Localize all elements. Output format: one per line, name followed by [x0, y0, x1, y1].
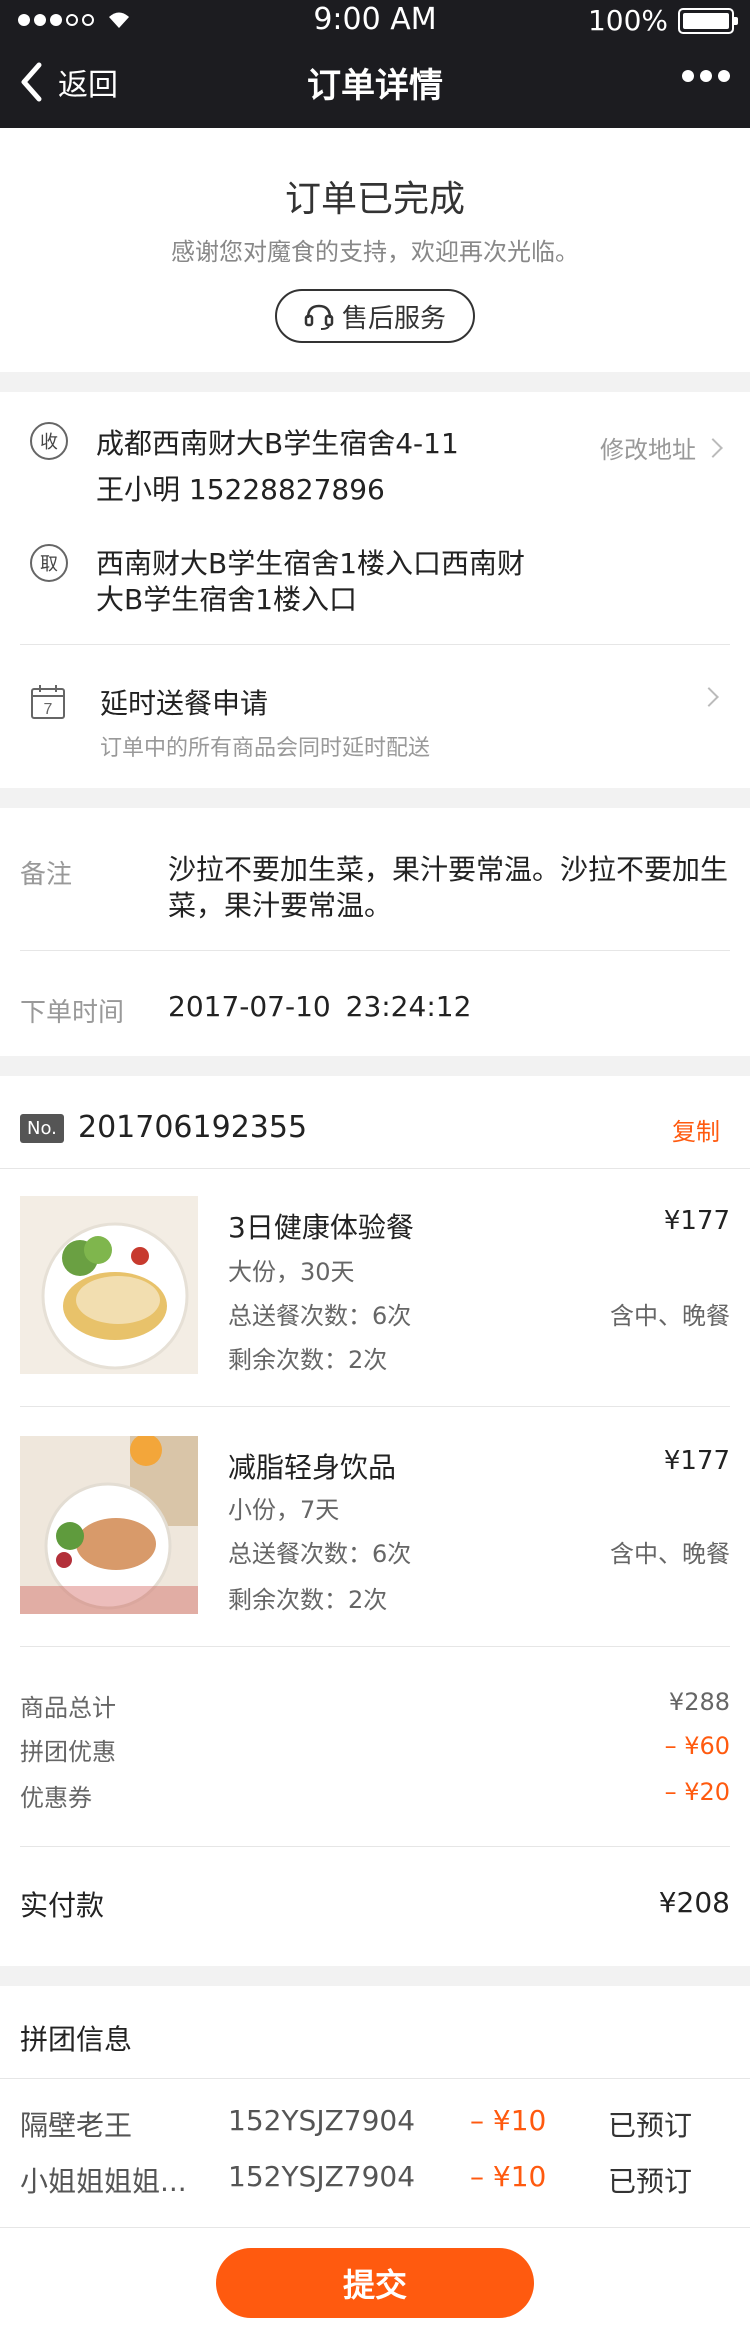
chevron-right-icon — [703, 437, 723, 458]
group-member-name: 小姐姐姐姐... — [20, 2165, 187, 2198]
battery-percent: 100% — [587, 4, 668, 37]
group-member-status: 已预订 — [608, 2165, 693, 2198]
nav-bar: 返回 订单详情 — [0, 40, 750, 128]
svg-text:7: 7 — [44, 701, 53, 718]
status-bar: 9:00 AM 100% — [0, 0, 750, 40]
product-price: ¥177 — [663, 1206, 730, 1236]
order-time-label: 下单时间 — [20, 998, 125, 1028]
headset-icon — [304, 304, 334, 330]
product-price: ¥177 — [663, 1446, 730, 1476]
order-status-card: 订单已完成 感谢您对魔食的支持，欢迎再次光临。 售后服务 — [0, 128, 750, 372]
top-bar: 9:00 AM 100% 返回 订单详情 — [0, 0, 750, 128]
group-member-amount: – ¥10 — [470, 2160, 547, 2193]
delay-delivery-subtitle: 订单中的所有商品会同时延时配送 — [100, 736, 431, 761]
product-remain-count: 剩余次数：2次 — [228, 1586, 388, 1614]
divider — [20, 1406, 730, 1407]
order-no-badge: No. — [20, 1114, 64, 1143]
group-member-status: 已预订 — [608, 2109, 693, 2142]
product-spec: 大份，30天 — [228, 1258, 355, 1286]
delay-chevron-right-icon[interactable] — [699, 687, 719, 707]
divider — [0, 1168, 750, 1169]
divider — [20, 1846, 730, 1847]
goods-total-value: ¥288 — [668, 1688, 730, 1716]
pickup-tag: 取 — [30, 544, 68, 582]
pickup-address-line1: 西南财大B学生宿舍1楼入口西南财 — [96, 547, 526, 580]
group-member-code: 152YSJZ7904 — [228, 2104, 416, 2137]
battery-status: 100% — [587, 4, 738, 37]
group-member-name: 隔壁老王 — [20, 2109, 133, 2142]
group-info-card: 拼团信息 隔壁老王 152YSJZ7904 – ¥10 已预订 小姐姐姐姐...… — [0, 1986, 750, 2230]
product-image[interactable] — [20, 1196, 198, 1374]
group-discount-label: 拼团优惠 — [20, 1738, 116, 1766]
note-card: 备注 沙拉不要加生菜，果汁要常温。沙拉不要加生菜，果汁要常温。 下单时间 201… — [0, 808, 750, 1056]
product-remain-count: 剩余次数：2次 — [228, 1346, 388, 1374]
product-total-count: 总送餐次数：6次 — [228, 1540, 412, 1568]
order-status-subtitle: 感谢您对魔食的支持，欢迎再次光临。 — [171, 238, 579, 266]
product-name: 3日健康体验餐 — [228, 1211, 414, 1244]
order-status-title: 订单已完成 — [284, 179, 465, 220]
group-member-code: 152YSJZ7904 — [228, 2160, 416, 2193]
submit-button[interactable]: 提交 — [216, 2248, 534, 2318]
order-time-value: 2017-07-10 23:24:12 — [168, 990, 472, 1023]
calendar-icon: 7 — [30, 684, 66, 724]
receive-tag: 收 — [30, 422, 68, 460]
group-member-amount: – ¥10 — [470, 2104, 547, 2137]
product-meals: 含中、晚餐 — [610, 1302, 730, 1330]
modify-address-link[interactable]: 修改地址 — [600, 430, 723, 465]
more-dots-icon[interactable] — [676, 70, 730, 82]
order-detail-card: No. 201706192355 复制 3日健康体验餐 大份，30天 总送餐次数… — [0, 1076, 750, 1966]
coupon-value: – ¥20 — [664, 1778, 730, 1806]
group-discount-value: – ¥60 — [664, 1732, 730, 1760]
after-sales-label: 售后服务 — [341, 303, 446, 334]
product-meals: 含中、晚餐 — [610, 1540, 730, 1568]
delay-delivery-title[interactable]: 延时送餐申请 — [100, 682, 268, 722]
divider — [20, 644, 730, 645]
receiver-contact: 王小明 15228827896 — [96, 473, 385, 506]
receive-address: 成都西南财大B学生宿舍4-11 — [96, 427, 459, 460]
product-name: 减脂轻身饮品 — [228, 1451, 397, 1484]
note-text: 沙拉不要加生菜，果汁要常温。沙拉不要加生菜，果汁要常温。 — [168, 853, 729, 922]
modify-address-label: 修改地址 — [600, 436, 696, 464]
product-image[interactable] — [20, 1434, 198, 1614]
divider — [20, 1646, 730, 1647]
page-title: 订单详情 — [307, 66, 443, 106]
address-card: 收 成都西南财大B学生宿舍4-11 王小明 15228827896 修改地址 取… — [0, 392, 750, 788]
order-number: 201706192355 — [78, 1110, 308, 1145]
copy-button[interactable]: 复制 — [672, 1112, 720, 1147]
note-label: 备注 — [20, 860, 73, 890]
paid-label: 实付款 — [20, 1889, 105, 1922]
divider — [20, 950, 730, 951]
divider — [0, 2078, 750, 2079]
bottom-bar: 提交 — [0, 2227, 750, 2332]
coupon-label: 优惠券 — [20, 1784, 92, 1812]
pickup-address-line2: 大B学生宿舍1楼入口 — [96, 583, 358, 616]
after-sales-button[interactable]: 售后服务 — [275, 289, 475, 343]
battery-icon — [678, 7, 738, 34]
goods-total-label: 商品总计 — [20, 1694, 116, 1722]
paid-value: ¥208 — [658, 1886, 730, 1919]
group-info-title: 拼团信息 — [20, 2023, 133, 2056]
product-total-count: 总送餐次数：6次 — [228, 1302, 412, 1330]
product-spec: 小份，7天 — [228, 1496, 340, 1524]
